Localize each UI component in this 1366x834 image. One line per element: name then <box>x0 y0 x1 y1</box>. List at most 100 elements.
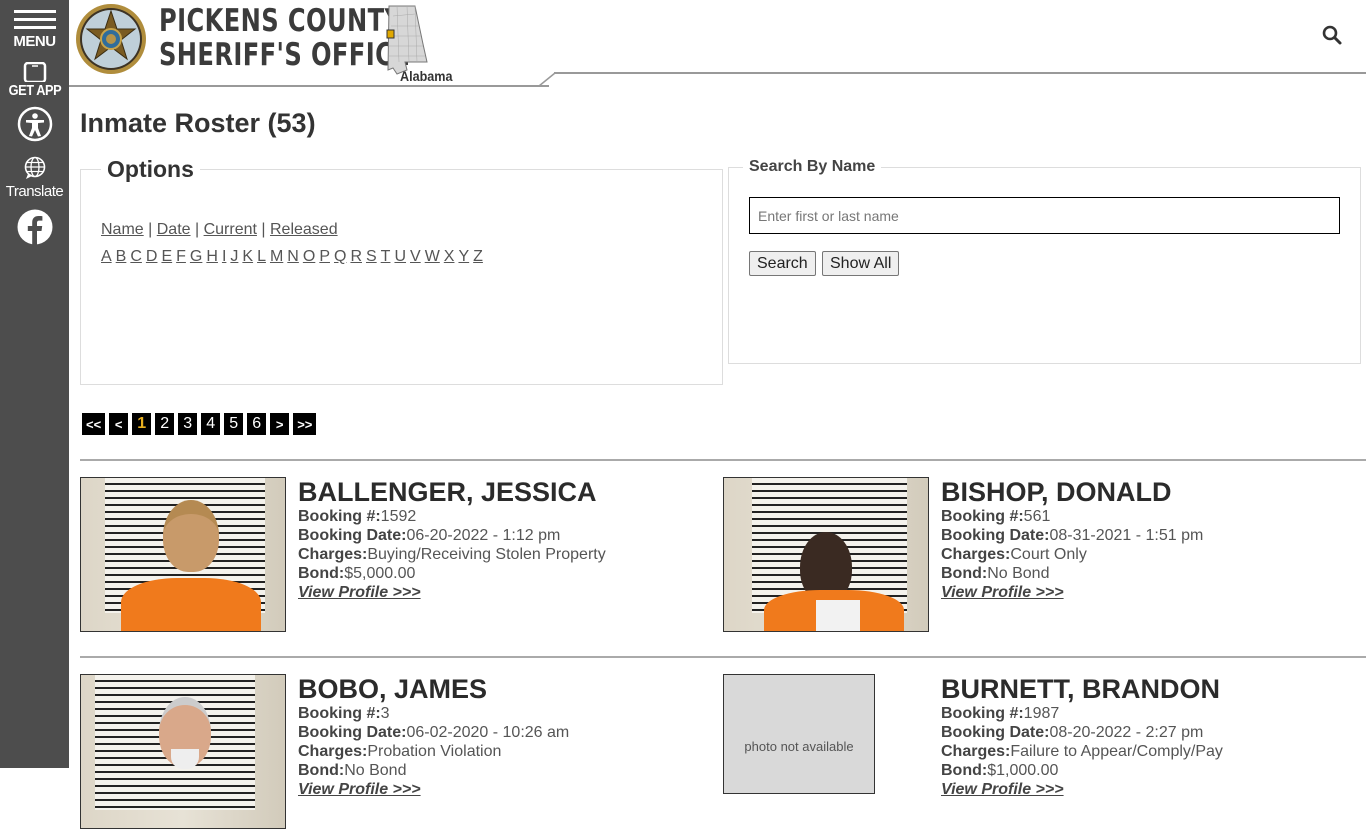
header-divider <box>69 85 549 87</box>
search-icon[interactable] <box>1321 24 1343 46</box>
name-search-input[interactable] <box>749 197 1340 234</box>
letter-filter-l[interactable]: L <box>257 248 266 265</box>
sheriff-seal-logo[interactable] <box>75 3 147 75</box>
options-legend: Options <box>107 156 194 182</box>
letter-filter-x[interactable]: X <box>444 248 455 265</box>
page-4-button[interactable]: 4 <box>201 413 221 435</box>
view-profile-link[interactable]: View Profile >>> <box>298 780 421 799</box>
facebook-icon <box>17 209 52 245</box>
letter-filter-q[interactable]: Q <box>334 248 346 265</box>
site-title-line1: PICKENS COUNTY <box>159 3 403 39</box>
show-all-button[interactable]: Show All <box>822 251 900 276</box>
inmate-card: BALLENGER, JESSICA Booking #:1592 Bookin… <box>80 477 680 637</box>
sort-by-name-link[interactable]: Name <box>101 221 144 238</box>
pagination: << < 1 2 3 4 5 6 > >> <box>82 413 317 435</box>
charges: Charges:Probation Violation <box>298 743 502 760</box>
letter-filter-o[interactable]: O <box>303 248 315 265</box>
inmate-photo[interactable] <box>80 674 286 829</box>
booking-number: Booking #:3 <box>298 705 390 722</box>
booking-number: Booking #:561 <box>941 508 1051 525</box>
letter-filter-f[interactable]: F <box>176 248 186 265</box>
bond: Bond:No Bond <box>941 565 1050 582</box>
menu-button[interactable]: MENU <box>0 0 69 49</box>
bond: Bond:$1,000.00 <box>941 762 1059 779</box>
alabama-map-icon <box>386 5 428 75</box>
charges: Charges:Failure to Appear/Comply/Pay <box>941 743 1223 760</box>
first-page-button[interactable]: << <box>82 413 106 435</box>
inmate-name: BOBO, JAMES <box>298 674 488 704</box>
letter-filter-y[interactable]: Y <box>458 248 469 265</box>
letter-filter-j[interactable]: J <box>230 248 238 265</box>
letter-filter-e[interactable]: E <box>161 248 172 265</box>
letter-filter-a[interactable]: A <box>101 248 112 265</box>
filter-current-link[interactable]: Current <box>204 221 257 238</box>
page-1-button[interactable]: 1 <box>132 413 152 435</box>
page-6-button[interactable]: 6 <box>247 413 267 435</box>
filter-released-link[interactable]: Released <box>270 221 338 238</box>
letter-filter-t[interactable]: T <box>381 248 391 265</box>
booking-date: Booking Date:06-02-2020 - 10:26 am <box>298 724 570 741</box>
header-divider-slant <box>539 72 556 87</box>
site-title-line2: SHERIFF'S OFFICE <box>159 37 411 73</box>
letter-filter-c[interactable]: C <box>130 248 142 265</box>
page-2-button[interactable]: 2 <box>155 413 175 435</box>
charges: Charges:Court Only <box>941 546 1087 563</box>
booking-number: Booking #:1592 <box>298 508 417 525</box>
inmate-photo[interactable] <box>80 477 286 632</box>
accessibility-icon <box>17 106 52 142</box>
letter-filter-z[interactable]: Z <box>473 248 483 265</box>
alphabet-filter: ABCDEFGHIJKLMNOPQRSTUVWXYZ <box>101 248 487 266</box>
letter-filter-g[interactable]: G <box>190 248 202 265</box>
letter-filter-p[interactable]: P <box>319 248 330 265</box>
get-app-button[interactable]: GET APP <box>0 62 69 98</box>
view-profile-link[interactable]: View Profile >>> <box>941 780 1064 799</box>
photo-not-available[interactable]: photo not available <box>723 674 875 794</box>
letter-filter-h[interactable]: H <box>206 248 218 265</box>
charges: Charges:Buying/Receiving Stolen Property <box>298 546 606 563</box>
letter-filter-i[interactable]: I <box>222 248 226 265</box>
page-5-button[interactable]: 5 <box>224 413 244 435</box>
facebook-link[interactable] <box>0 209 69 245</box>
prev-page-button[interactable]: < <box>109 413 129 435</box>
state-label: Alabama <box>400 68 453 84</box>
view-profile-link[interactable]: View Profile >>> <box>298 583 421 602</box>
inmate-card: photo not available BURNETT, BRANDON Boo… <box>723 674 1323 834</box>
accessibility-button[interactable] <box>0 106 69 142</box>
sort-links: Name | Date | Current | Released <box>101 221 338 238</box>
booking-date: Booking Date:06-20-2022 - 1:12 pm <box>298 527 561 544</box>
search-panel: Search By Name Search Show All <box>728 158 1361 364</box>
site-header: PICKENS COUNTY SHERIFF'S OFFICE Alabama <box>69 0 1366 88</box>
phone-icon <box>23 62 46 82</box>
letter-filter-m[interactable]: M <box>270 248 283 265</box>
letter-filter-b[interactable]: B <box>116 248 127 265</box>
view-profile-link[interactable]: View Profile >>> <box>941 583 1064 602</box>
inmate-card: BOBO, JAMES Booking #:3 Booking Date:06-… <box>80 674 680 834</box>
letter-filter-d[interactable]: D <box>146 248 158 265</box>
bond: Bond:$5,000.00 <box>298 565 416 582</box>
get-app-label: GET APP <box>8 82 61 99</box>
page-3-button[interactable]: 3 <box>178 413 198 435</box>
bond: Bond:No Bond <box>298 762 407 779</box>
booking-number: Booking #:1987 <box>941 705 1060 722</box>
inmate-card: BISHOP, DONALD Booking #:561 Booking Dat… <box>723 477 1323 637</box>
letter-filter-r[interactable]: R <box>350 248 362 265</box>
letter-filter-k[interactable]: K <box>242 248 253 265</box>
sort-by-date-link[interactable]: Date <box>157 221 191 238</box>
menu-icon <box>13 10 56 34</box>
letter-filter-n[interactable]: N <box>287 248 299 265</box>
row-divider <box>80 656 1366 658</box>
inmate-photo[interactable] <box>723 477 929 632</box>
next-page-button[interactable]: > <box>270 413 290 435</box>
search-button[interactable]: Search <box>749 251 816 276</box>
letter-filter-u[interactable]: U <box>394 248 406 265</box>
site-title[interactable]: PICKENS COUNTY SHERIFF'S OFFICE <box>159 4 410 72</box>
row-divider <box>80 459 1366 461</box>
letter-filter-w[interactable]: W <box>425 248 440 265</box>
header-divider-right <box>554 72 1366 74</box>
letter-filter-s[interactable]: S <box>366 248 377 265</box>
inmate-name: BALLENGER, JESSICA <box>298 477 597 507</box>
last-page-button[interactable]: >> <box>293 413 317 435</box>
inmate-name: BISHOP, DONALD <box>941 477 1172 507</box>
translate-button[interactable]: Translate <box>0 156 69 200</box>
letter-filter-v[interactable]: V <box>410 248 421 265</box>
